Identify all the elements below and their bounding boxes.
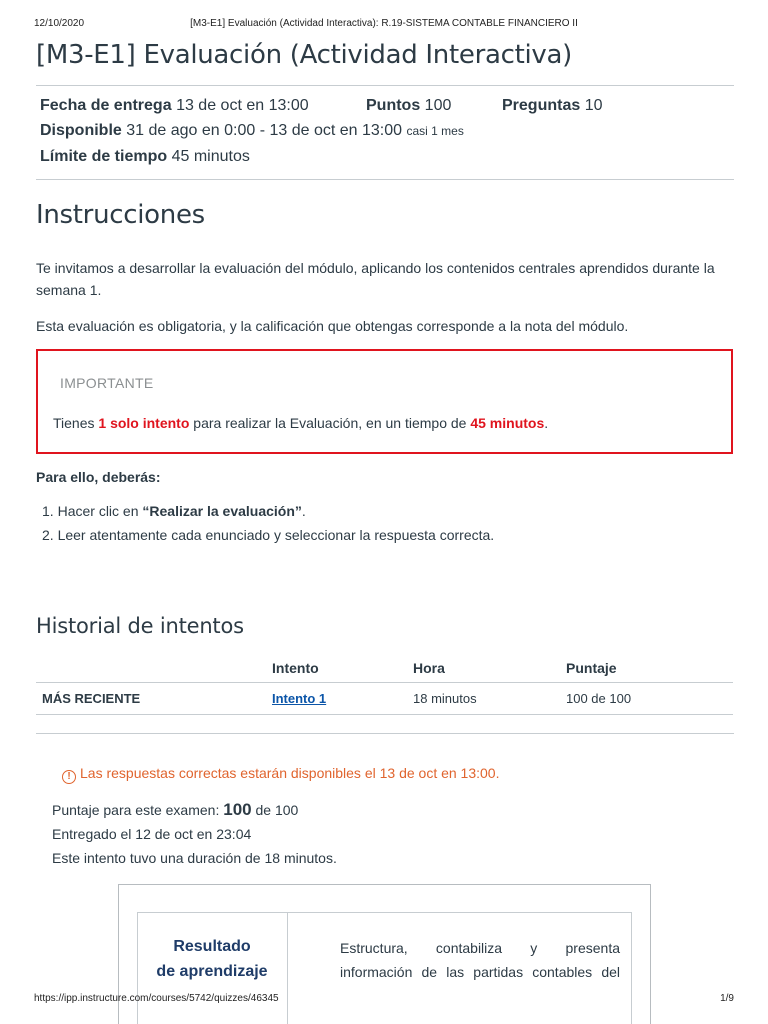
important-label: IMPORTANTE [60, 375, 154, 391]
step-1-bold: “Realizar la evaluación” [142, 503, 302, 519]
history-heading: Historial de intentos [36, 614, 244, 638]
attempt-link[interactable]: Intento 1 [272, 691, 326, 706]
instructions-paragraph-1: Te invitamos a desarrollar la evaluación… [36, 260, 715, 298]
steps-list: 1. Hacer clic en “Realizar la evaluación… [42, 499, 494, 547]
divider [36, 179, 734, 180]
print-header: 12/10/2020 [M3-E1] Evaluación (Actividad… [34, 18, 734, 32]
print-title: [M3-E1] Evaluación (Actividad Interactiv… [190, 18, 578, 29]
available-meta: Disponible 31 de ago en 0:00 - 13 de oct… [40, 122, 464, 140]
table-row: MÁS RECIENTE Intento 1 18 minutos 100 de… [36, 682, 733, 715]
time-cell: 18 minutos [413, 682, 566, 715]
points-meta: Puntos 100 [366, 97, 451, 115]
outcome-text-line-2: información de las partidas contables de… [340, 964, 620, 980]
column-header: Puntaje [566, 654, 733, 683]
outcome-label-line-2: de aprendizaje [156, 963, 268, 980]
points-value: 100 [424, 97, 452, 114]
answers-availability-warning: ! Las respuestas correctas estarán dispon… [62, 765, 499, 784]
instructions-paragraph-2: Esta evaluación es obligatoria, y la cal… [36, 318, 629, 334]
steps-heading: Para ello, deberás: [36, 469, 161, 485]
score-summary: Puntaje para este examen: 100 de 100 Ent… [52, 798, 337, 870]
outcome-label-line-1: Resultado [173, 938, 251, 955]
instructions-heading: Instrucciones [36, 200, 205, 230]
list-item: 1. Hacer clic en “Realizar la evaluación… [42, 499, 494, 523]
table-header-row: Intento Hora Puntaje [36, 654, 733, 683]
print-page-number: 1/9 [720, 993, 734, 1004]
attempt-cell: Intento 1 [272, 682, 413, 715]
time-highlight: 45 minutos [470, 415, 545, 431]
warning-text: Las respuestas correctas estarán disponi… [80, 765, 500, 781]
outcome-text: Estructura, contabiliza y presenta infor… [340, 936, 620, 984]
duration-line: Este intento tuvo una duración de 18 min… [52, 850, 337, 866]
available-value: 31 de ago en 0:00 - 13 de oct en 13:00 [126, 122, 403, 139]
available-label: Disponible [40, 122, 122, 139]
quiz-meta-row-1: Fecha de entrega 13 de oct en 13:00 [40, 97, 309, 115]
points-label: Puntos [366, 97, 421, 114]
important-text-pre: Tienes [53, 415, 99, 431]
score-cell: 100 de 100 [566, 682, 733, 715]
attempts-highlight: 1 solo intento [98, 415, 190, 431]
step-number: 1. [42, 503, 54, 519]
step-1-text: Hacer clic en [57, 503, 143, 519]
score-pre: Puntaje para este examen: [52, 802, 224, 818]
outcome-text-line-1: Estructura, contabiliza y presenta [340, 940, 620, 956]
divider [36, 85, 734, 86]
list-item: 2. Leer atentamente cada enunciado y sel… [42, 523, 494, 547]
outcome-table-divider [287, 912, 288, 1024]
important-text-mid: para realizar la Evaluación, en un tiemp… [189, 415, 471, 431]
questions-label: Preguntas [502, 97, 581, 114]
available-note: casi 1 mes [406, 124, 464, 138]
column-header [36, 654, 272, 683]
time-limit-value: 45 minutos [171, 148, 250, 165]
attempt-history-table: Intento Hora Puntaje MÁS RECIENTE Intent… [36, 654, 733, 715]
print-url: https://ipp.instructure.com/courses/5742… [34, 993, 279, 1004]
submitted-line: Entregado el 12 de oct en 23:04 [52, 826, 252, 842]
quiz-title: [M3-E1] Evaluación (Actividad Interactiv… [36, 40, 572, 70]
row-label: MÁS RECIENTE [36, 682, 272, 715]
important-notice: IMPORTANTE Tienes 1 solo intento para re… [36, 349, 733, 454]
time-limit-label: Límite de tiempo [40, 148, 168, 165]
step-2-text: Leer atentamente cada enunciado y selecc… [57, 527, 495, 543]
outcome-label: Resultado de aprendizaje [138, 934, 286, 984]
step-1-end: . [301, 503, 306, 519]
due-label: Fecha de entrega [40, 97, 172, 114]
column-header: Intento [272, 654, 413, 683]
warning-icon: ! [62, 770, 76, 784]
score-post: de 100 [251, 802, 299, 818]
time-limit-meta: Límite de tiempo 45 minutos [40, 148, 250, 166]
step-number: 2. [42, 527, 54, 543]
important-text-end: . [544, 415, 549, 431]
questions-value: 10 [584, 97, 603, 114]
important-text: Tienes 1 solo intento para realizar la E… [53, 415, 548, 431]
score-value: 100 [223, 800, 252, 819]
column-header: Hora [413, 654, 566, 683]
due-value: 13 de oct en 13:00 [176, 97, 309, 114]
questions-meta: Preguntas 10 [502, 97, 603, 115]
divider [36, 733, 734, 734]
print-footer: https://ipp.instructure.com/courses/5742… [34, 993, 734, 1007]
score-line: Puntaje para este examen: 100 de 100 [52, 798, 337, 822]
